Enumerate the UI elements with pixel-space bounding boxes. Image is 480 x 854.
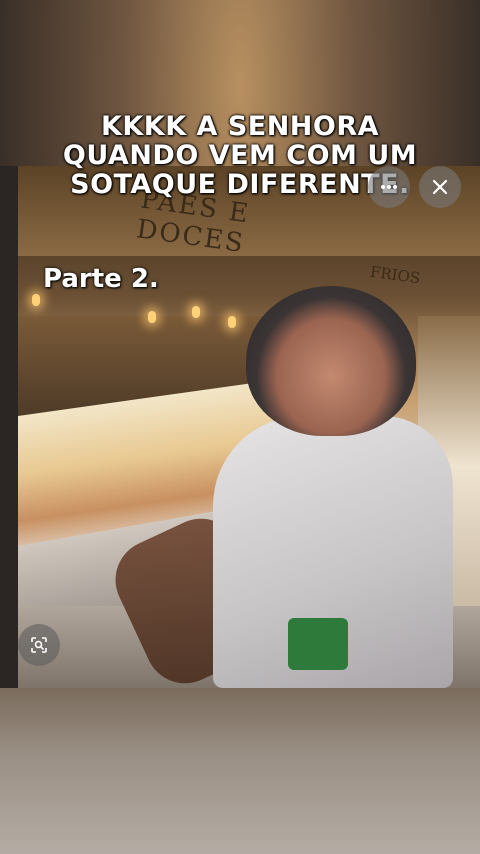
pendant-lamp: [228, 316, 236, 328]
blurred-background-bottom: [0, 688, 480, 854]
pendant-lamp: [192, 306, 200, 318]
person-head: [246, 286, 416, 436]
frios-sign: FRIOS: [368, 262, 422, 288]
caption-line: KKKK A SENHORA: [100, 111, 380, 142]
visual-search-icon: [31, 637, 47, 653]
frame-edge: [0, 166, 18, 688]
caption-line: QUANDO VEM COM UM: [62, 140, 418, 171]
close-button[interactable]: [419, 166, 461, 208]
close-icon: [432, 179, 448, 195]
visual-search-button[interactable]: [18, 624, 60, 666]
part-label: Parte 2.: [43, 264, 159, 294]
pendant-lamp: [32, 294, 40, 306]
pendant-lamp: [148, 311, 156, 323]
more-horizontal-icon: [381, 185, 397, 189]
shirt-logo: [288, 618, 348, 670]
video-frame[interactable]: PÃES E DOCES FRIOS: [18, 166, 480, 688]
more-options-button[interactable]: [368, 166, 410, 208]
